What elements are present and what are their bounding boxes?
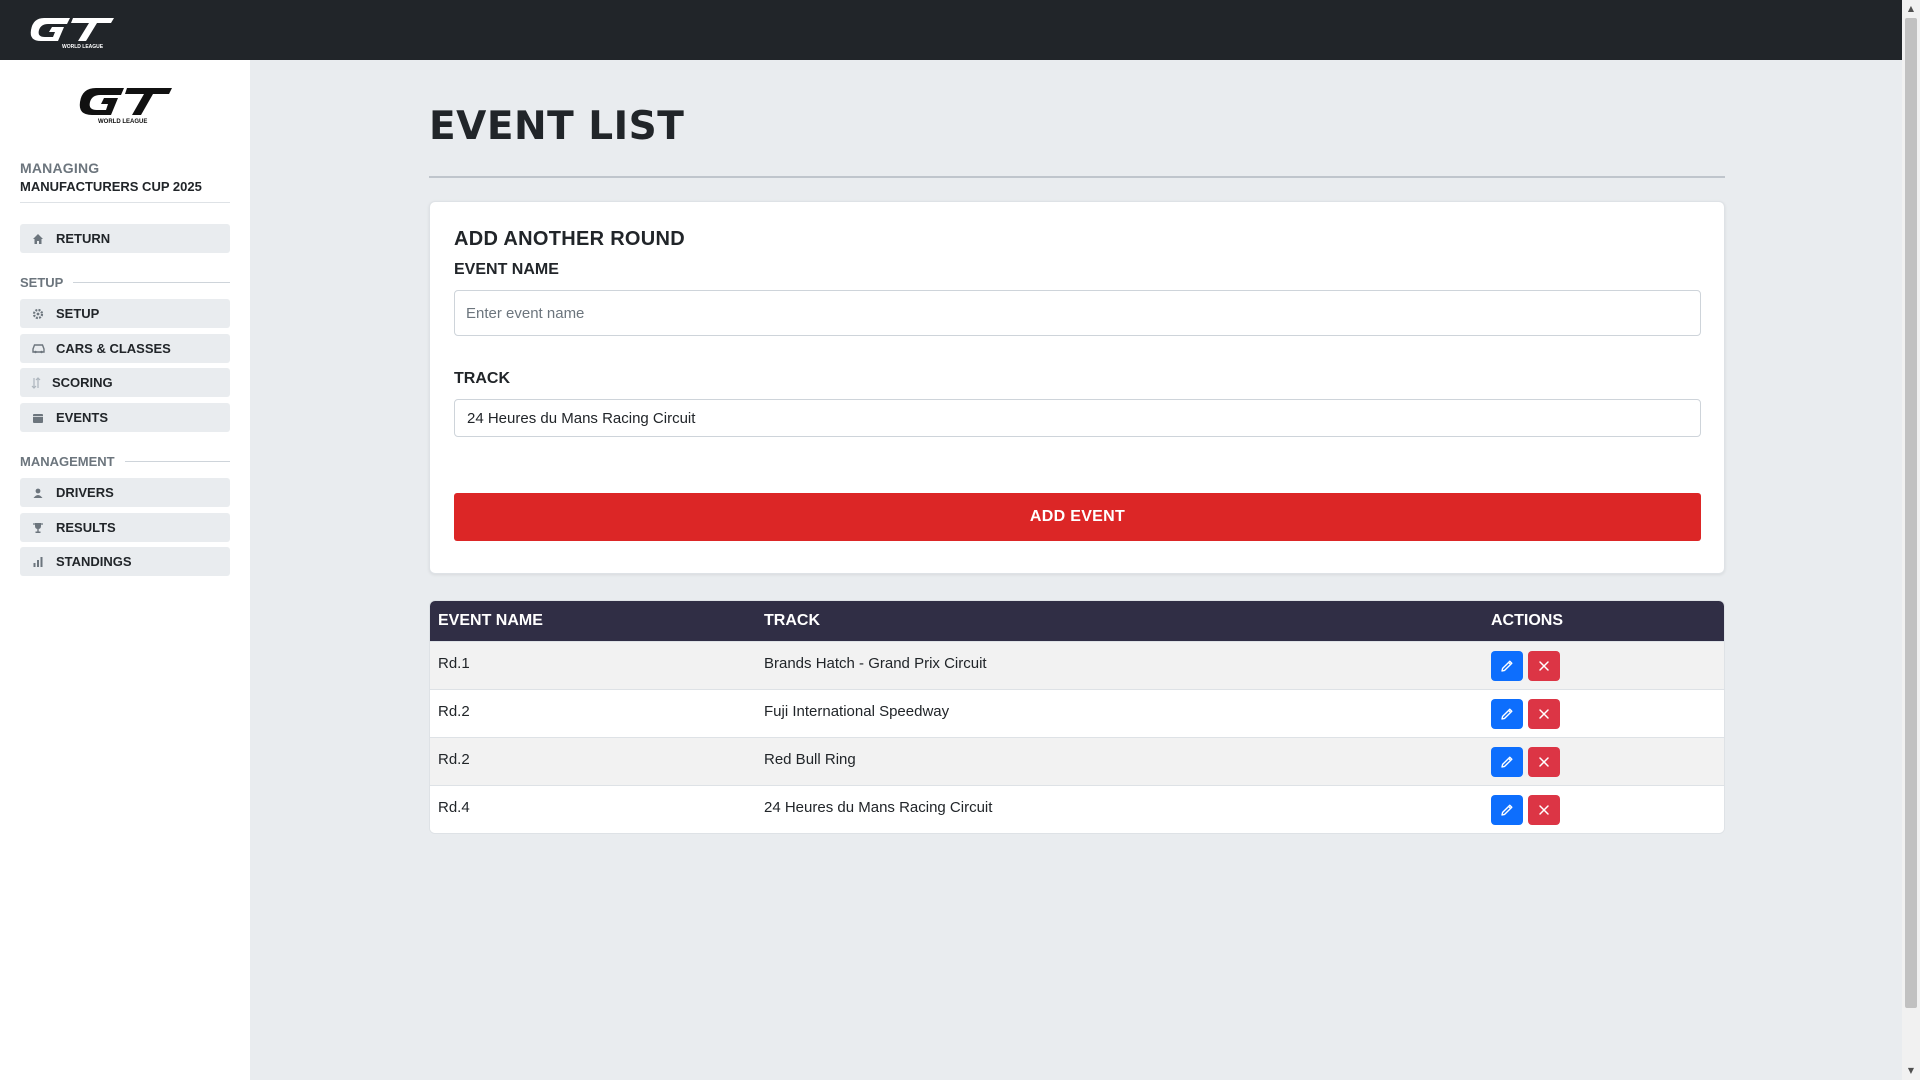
actions-cell bbox=[1491, 738, 1724, 777]
section-divider bbox=[124, 461, 230, 462]
edit-event-button[interactable] bbox=[1491, 795, 1523, 825]
section-title: SETUP bbox=[20, 275, 64, 290]
table-row: Rd.4 24 Heures du Mans Racing Circuit bbox=[430, 785, 1724, 833]
actions-cell bbox=[1491, 786, 1724, 825]
table-body: Rd.1 Brands Hatch - Grand Prix Circuit R… bbox=[430, 641, 1724, 833]
track-label: TRACK bbox=[454, 370, 510, 387]
close-icon bbox=[1539, 757, 1549, 767]
sidebar-item-standings[interactable]: STANDINGS bbox=[20, 547, 230, 576]
scrollbar-thumb[interactable] bbox=[1905, 18, 1917, 1008]
sidebar-item-drivers[interactable]: DRIVERS bbox=[20, 478, 230, 507]
table-header-row: EVENT NAME TRACK ACTIONS bbox=[430, 601, 1724, 641]
sort-icon bbox=[20, 376, 52, 389]
event-name-cell: Rd.4 bbox=[438, 799, 470, 816]
svg-text:WORLD LEAGUE: WORLD LEAGUE bbox=[62, 44, 104, 50]
sidebar-item-label: DRIVERS bbox=[56, 485, 114, 500]
actions-cell bbox=[1491, 642, 1724, 681]
event-name-label: EVENT NAME bbox=[454, 261, 559, 278]
managing-label: MANAGING bbox=[20, 160, 100, 176]
table-row: Rd.2 Fuji International Speedway bbox=[430, 689, 1724, 737]
column-header-track: TRACK bbox=[764, 612, 820, 629]
delete-event-button[interactable] bbox=[1528, 795, 1560, 825]
table-row: Rd.1 Brands Hatch - Grand Prix Circuit bbox=[430, 641, 1724, 689]
edit-event-button[interactable] bbox=[1491, 651, 1523, 681]
event-name-cell: Rd.1 bbox=[438, 655, 470, 672]
gear-icon bbox=[20, 308, 56, 320]
section-header-setup: SETUP bbox=[20, 275, 230, 290]
scroll-up-arrow-icon[interactable]: ▲ bbox=[1902, 0, 1920, 18]
car-icon bbox=[20, 343, 56, 354]
vertical-scrollbar[interactable]: ▲ ▼ bbox=[1902, 0, 1920, 1080]
sidebar-item-label: EVENTS bbox=[56, 410, 109, 425]
events-table: EVENT NAME TRACK ACTIONS Rd.1 Brands Hat… bbox=[429, 600, 1725, 834]
column-header-event-name: EVENT NAME bbox=[438, 612, 543, 629]
close-icon bbox=[1539, 661, 1549, 671]
delete-event-button[interactable] bbox=[1528, 699, 1560, 729]
actions-cell bbox=[1491, 690, 1724, 729]
edit-event-button[interactable] bbox=[1491, 699, 1523, 729]
section-divider bbox=[73, 282, 230, 283]
close-icon bbox=[1539, 709, 1549, 719]
sidebar-item-label: STANDINGS bbox=[56, 554, 132, 569]
event-name-cell: Rd.2 bbox=[438, 703, 470, 720]
track-cell: Fuji International Speedway bbox=[764, 703, 950, 720]
scroll-down-arrow-icon[interactable]: ▼ bbox=[1902, 1062, 1920, 1080]
sidebar-item-results[interactable]: RESULTS bbox=[20, 513, 230, 542]
close-icon bbox=[1539, 805, 1549, 815]
calendar-icon bbox=[20, 412, 56, 424]
delete-event-button[interactable] bbox=[1528, 651, 1560, 681]
sidebar-item-label: RESULTS bbox=[56, 520, 116, 535]
pencil-icon bbox=[1501, 756, 1513, 768]
gt-world-league-logo-sidebar: WORLD LEAGUE bbox=[79, 88, 172, 125]
delete-event-button[interactable] bbox=[1528, 747, 1560, 777]
table-row: Rd.2 Red Bull Ring bbox=[430, 737, 1724, 785]
card-title: ADD ANOTHER ROUND bbox=[454, 228, 686, 250]
main-content: EVENT LIST ADD ANOTHER ROUND EVENT NAME … bbox=[250, 60, 1902, 1080]
trophy-icon bbox=[20, 522, 56, 534]
bar-chart-icon bbox=[20, 556, 56, 568]
section-header-management: MANAGEMENT bbox=[20, 454, 230, 469]
svg-text:WORLD LEAGUE: WORLD LEAGUE bbox=[98, 119, 147, 125]
sidebar-item-label: CARS & CLASSES bbox=[56, 341, 171, 356]
sidebar-item-label: RETURN bbox=[56, 231, 111, 246]
track-cell: Red Bull Ring bbox=[764, 751, 856, 768]
sidebar-item-setup[interactable]: SETUP bbox=[20, 299, 230, 328]
user-icon bbox=[20, 487, 56, 499]
add-event-button[interactable]: ADD EVENT bbox=[454, 493, 1701, 541]
add-event-card: ADD ANOTHER ROUND EVENT NAME TRACK 24 He… bbox=[429, 201, 1725, 574]
pencil-icon bbox=[1501, 660, 1513, 672]
track-select[interactable]: 24 Heures du Mans Racing Circuit bbox=[454, 399, 1701, 437]
section-title: MANAGEMENT bbox=[20, 454, 115, 469]
column-header-actions: ACTIONS bbox=[1491, 612, 1563, 629]
track-cell: Brands Hatch - Grand Prix Circuit bbox=[764, 655, 987, 672]
page-title: EVENT LIST bbox=[429, 104, 685, 149]
sidebar-item-cars-classes[interactable]: CARS & CLASSES bbox=[20, 334, 230, 363]
title-divider bbox=[429, 176, 1725, 178]
managing-championship-name: MANUFACTURERS CUP 2025 bbox=[20, 179, 202, 194]
sidebar-item-scoring[interactable]: SCORING bbox=[20, 368, 230, 397]
gt-world-league-logo[interactable]: WORLD LEAGUE bbox=[26, 10, 116, 50]
pencil-icon bbox=[1501, 804, 1513, 816]
top-navbar: WORLD LEAGUE bbox=[0, 0, 1902, 60]
track-cell: 24 Heures du Mans Racing Circuit bbox=[764, 799, 993, 816]
track-select-value: 24 Heures du Mans Racing Circuit bbox=[467, 409, 696, 427]
event-name-cell: Rd.2 bbox=[438, 751, 470, 768]
sidebar: WORLD LEAGUE MANAGING MANUFACTURERS CUP … bbox=[0, 60, 250, 1080]
sidebar-item-label: SETUP bbox=[56, 306, 100, 321]
sidebar-item-return[interactable]: RETURN bbox=[20, 224, 230, 253]
sidebar-item-label: SCORING bbox=[52, 375, 113, 390]
event-name-input[interactable] bbox=[454, 290, 1701, 336]
managing-block: MANAGING MANUFACTURERS CUP 2025 bbox=[20, 160, 230, 203]
edit-event-button[interactable] bbox=[1491, 747, 1523, 777]
home-icon bbox=[20, 233, 56, 245]
sidebar-item-events[interactable]: EVENTS bbox=[20, 403, 230, 432]
pencil-icon bbox=[1501, 708, 1513, 720]
